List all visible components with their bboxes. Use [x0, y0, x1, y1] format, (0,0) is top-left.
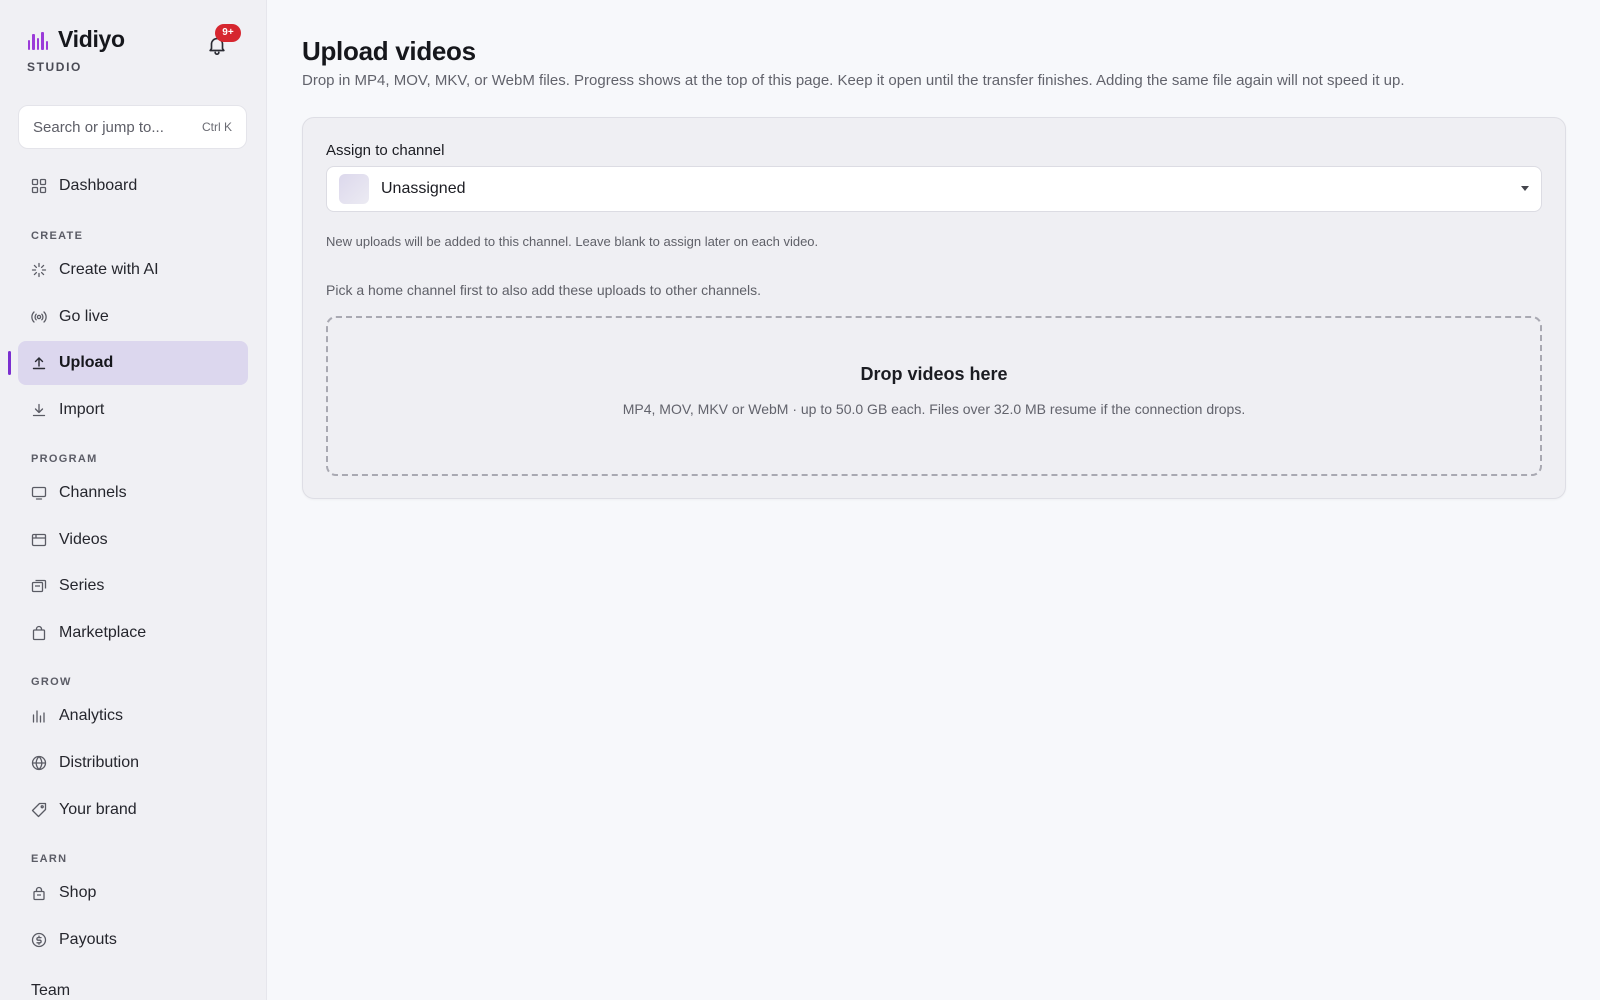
search-input[interactable]	[33, 118, 183, 136]
notification-badge: 9+	[215, 24, 241, 42]
sidebar-item-go-live[interactable]: Go live	[18, 295, 248, 339]
channel-label: Assign to channel	[326, 142, 445, 159]
tag-icon	[31, 802, 47, 818]
video-dropzone[interactable]: Drop videos here MP4, MOV, MKV or WebM ·…	[326, 316, 1542, 476]
sidebar-item-create-with-ai[interactable]: Create with AI	[18, 248, 248, 292]
sidebar-item-label: Shop	[59, 884, 97, 901]
sidebar-item-label: Analytics	[59, 707, 124, 724]
section-label-create: CREATE	[31, 230, 84, 242]
sidebar-item-label: Payouts	[59, 931, 117, 948]
brand-subtitle: STUDIO	[27, 60, 82, 74]
sidebar-item-label: Create with AI	[59, 261, 159, 278]
film-icon	[31, 532, 47, 548]
grid-icon	[31, 178, 47, 194]
globe-icon	[31, 755, 47, 771]
main-content: Upload videos Drop in MP4, MOV, MKV, or …	[267, 0, 1600, 1000]
sidebar-item-distribution[interactable]: Distribution	[18, 741, 248, 785]
sidebar-item-your-brand[interactable]: Your brand	[18, 788, 248, 832]
sidebar-item-channels[interactable]: Channels	[18, 471, 248, 515]
search-box[interactable]: Ctrl K	[18, 105, 247, 149]
sidebar-item-shop[interactable]: Shop	[18, 871, 248, 915]
bar-chart-logo-icon	[28, 30, 49, 50]
sidebar-item-videos[interactable]: Videos	[18, 518, 248, 562]
sidebar-item-label: Dashboard	[59, 177, 138, 194]
home-channel-help-text: Pick a home channel first to also add th…	[326, 282, 762, 298]
sidebar-item-label: Your brand	[59, 801, 137, 818]
search-shortcut: Ctrl K	[202, 120, 232, 134]
caret-down-icon	[1521, 186, 1529, 191]
sidebar-item-label: Videos	[59, 531, 108, 548]
broadcast-icon	[31, 309, 47, 325]
sidebar-item-label: Upload	[59, 354, 114, 371]
channel-select[interactable]: Unassigned	[326, 166, 1542, 212]
dropzone-title: Drop videos here	[860, 363, 1008, 384]
active-indicator	[8, 351, 11, 375]
channel-help-text: New uploads will be added to this channe…	[326, 234, 819, 249]
brand[interactable]: Vidiyo	[28, 26, 125, 53]
download-icon	[31, 402, 47, 418]
page-title: Upload videos	[302, 36, 476, 66]
sidebar-item-series[interactable]: Series	[18, 564, 248, 608]
sidebar-item-analytics[interactable]: Analytics	[18, 694, 248, 738]
sidebar-item-dashboard[interactable]: Dashboard	[18, 164, 248, 208]
upload-icon	[31, 355, 47, 371]
sidebar-item-label: Channels	[59, 484, 127, 501]
section-label-grow: GROW	[31, 676, 72, 688]
sidebar-item-team[interactable]: Team	[31, 982, 70, 1000]
sidebar-item-label: Go live	[59, 308, 109, 325]
lock-bag-icon	[31, 885, 47, 901]
upload-card: Assign to channel Unassigned New uploads…	[302, 117, 1566, 499]
sidebar: Vidiyo STUDIO 9+ Ctrl K Dashboard CREATE…	[0, 0, 267, 1000]
sidebar-item-label: Marketplace	[59, 624, 147, 641]
dropzone-subtitle: MP4, MOV, MKV or WebM · up to 50.0 GB ea…	[622, 400, 1246, 417]
channel-select-value: Unassigned	[381, 180, 466, 197]
dollar-coin-icon	[31, 932, 47, 948]
sidebar-item-marketplace[interactable]: Marketplace	[18, 611, 248, 655]
sidebar-item-label: Series	[59, 577, 105, 594]
monitor-icon	[31, 485, 47, 501]
channel-avatar	[339, 174, 369, 204]
stack-icon	[31, 578, 47, 594]
sidebar-item-label: Import	[59, 401, 105, 418]
brand-name: Vidiyo	[58, 26, 125, 52]
sidebar-item-payouts[interactable]: Payouts	[18, 918, 248, 962]
sidebar-item-label: Distribution	[59, 754, 140, 771]
bar-chart-icon	[31, 708, 47, 724]
sparkle-icon	[31, 262, 47, 278]
sidebar-item-import[interactable]: Import	[18, 388, 248, 432]
section-label-earn: EARN	[31, 853, 68, 865]
sidebar-item-upload[interactable]: Upload	[18, 341, 248, 385]
section-label-program: PROGRAM	[31, 453, 98, 465]
shopping-bag-icon	[31, 625, 47, 641]
page-description: Drop in MP4, MOV, MKV, or WebM files. Pr…	[302, 72, 1405, 89]
